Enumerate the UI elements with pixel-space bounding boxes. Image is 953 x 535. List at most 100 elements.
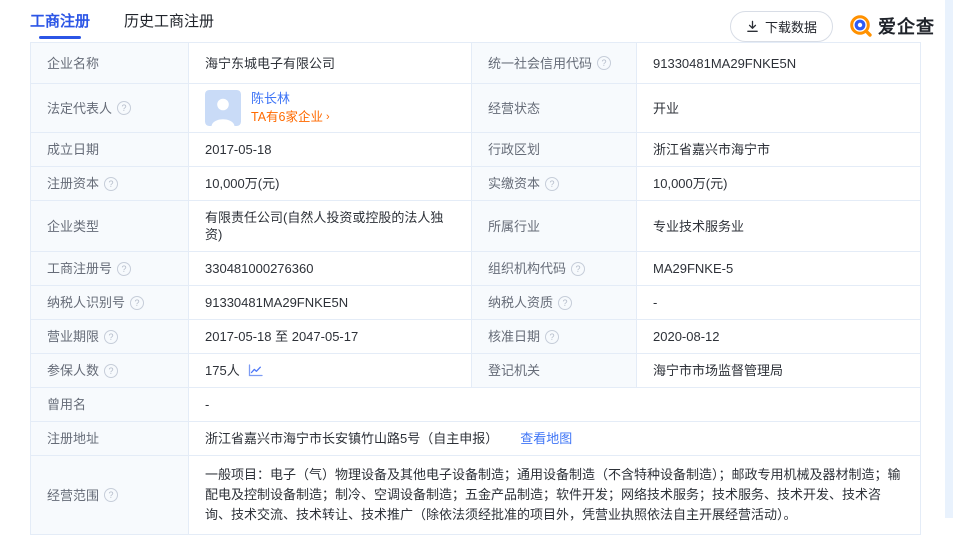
label-text: 统一社会信用代码 [488,55,593,71]
field-value-business-scope: 一般项目：电子（气）物理设备及其他电子设备制造；通用设备制造（不含特种设备制造）… [188,456,920,534]
field-label-registration-authority: 登记机关 [471,354,636,387]
label-text: 核准日期 [488,329,541,344]
value-text: 91330481MA29FNKE5N [205,295,349,310]
help-icon[interactable]: ? [104,363,119,378]
label-text: 登记机关 [488,363,541,378]
field-label-company-type: 企业类型 [31,201,188,251]
label-text: 纳税人识别号 [47,295,126,310]
field-value-paid-capital: 10,000万(元) [636,167,920,200]
field-label-registered-address: 注册地址 [31,422,188,455]
field-value-taxpayer-qualification: - [636,286,920,319]
help-icon[interactable]: ? [130,295,145,310]
field-value-status: 开业 [636,84,920,132]
legal-rep-link[interactable]: 陈长林 [251,90,330,107]
table-row: 企业名称 海宁东城电子有限公司 统一社会信用代码? 91330481MA29FN… [31,43,920,83]
field-value-company-name: 海宁东城电子有限公司 [188,43,471,83]
field-label-reg-number: 工商注册号? [31,252,188,285]
table-row: 注册资本? 10,000万(元) 实缴资本? 10,000万(元) [31,166,920,200]
value-text: 开业 [653,100,680,116]
label-text: 曾用名 [47,397,87,412]
page-edge-strip [945,0,953,518]
label-text: 所属行业 [488,218,541,234]
value-text: 2017-05-18 [205,142,272,157]
field-value-insured-count: 175人 [188,354,471,387]
label-text: 实缴资本 [488,176,541,191]
table-row: 企业类型 有限责任公司(自然人投资或控股的法人独资) 所属行业 专业技术服务业 [31,200,920,251]
help-icon[interactable]: ? [104,176,119,191]
table-row: 注册地址 浙江省嘉兴市海宁市长安镇竹山路5号（自主申报） 查看地图 [31,421,920,455]
field-value-industry: 专业技术服务业 [636,201,920,251]
table-row: 成立日期 2017-05-18 行政区划 浙江省嘉兴市海宁市 [31,132,920,166]
value-text: 一般项目：电子（气）物理设备及其他电子设备制造；通用设备制造（不含特种设备制造）… [205,467,901,522]
field-label-taxpayer-id: 纳税人识别号? [31,286,188,319]
label-text: 营业期限 [47,329,100,344]
value-text: - [653,295,658,310]
label-text: 企业类型 [47,218,100,234]
field-label-company-name: 企业名称 [31,43,188,83]
label-text: 参保人数 [47,363,100,378]
tab-history-registration[interactable]: 历史工商注册 [124,10,214,43]
legal-rep-info: 陈长林 TA有6家企业 › [251,90,330,126]
value-text: 330481000276360 [205,261,314,276]
field-value-credit-code: 91330481MA29FNKE5N [636,43,920,83]
tab-business-registration[interactable]: 工商注册 [30,10,90,43]
label-text: 经营范围 [47,487,100,503]
field-value-business-term: 2017-05-18 至 2047-05-17 [188,320,471,353]
avatar[interactable] [205,90,241,126]
chevron-right-icon: › [326,111,330,123]
value-text: 有限责任公司(自然人投资或控股的法人独资) [205,210,444,242]
label-text: 经营状态 [488,100,541,116]
value-text: 2017-05-18 至 2047-05-17 [205,329,359,344]
field-label-business-scope: 经营范围? [31,456,188,534]
field-label-business-term: 营业期限? [31,320,188,353]
field-label-insured-count: 参保人数? [31,354,188,387]
table-row: 曾用名 - [31,387,920,421]
field-label-approval-date: 核准日期? [471,320,636,353]
field-label-paid-capital: 实缴资本? [471,167,636,200]
help-icon[interactable]: ? [558,295,573,310]
label-text: 行政区划 [488,142,541,157]
field-label-taxpayer-qualification: 纳税人资质? [471,286,636,319]
field-value-establish-date: 2017-05-18 [188,133,471,166]
aiqicha-logo-icon [849,14,873,38]
value-text: - [205,397,210,412]
label-text: 工商注册号 [47,261,113,276]
value-text: 2020-08-12 [653,329,720,344]
value-text: 海宁市市场监督管理局 [653,363,784,378]
related-companies-link[interactable]: TA有6家企业 › [251,109,330,126]
brand-name: 爱企查 [878,17,935,37]
field-value-registered-capital: 10,000万(元) [188,167,471,200]
view-map-link[interactable]: 查看地图 [520,430,572,447]
label-text: 法定代表人 [47,100,113,116]
value-text: 175人 [205,363,240,378]
help-icon[interactable]: ? [597,56,612,70]
help-icon[interactable]: ? [545,329,560,344]
trend-chart-icon[interactable] [248,364,263,377]
value-text: 海宁东城电子有限公司 [205,55,336,71]
value-text: 10,000万(元) [205,176,280,191]
field-label-registered-capital: 注册资本? [31,167,188,200]
field-label-legal-rep: 法定代表人? [31,84,188,132]
label-text: 企业名称 [47,55,100,71]
table-row: 工商注册号? 330481000276360 组织机构代码? MA29FNKE-… [31,251,920,285]
brand-logo[interactable]: 爱企查 [849,13,935,39]
help-icon[interactable]: ? [117,101,132,115]
table-row: 纳税人识别号? 91330481MA29FNKE5N 纳税人资质? - [31,285,920,319]
field-label-status: 经营状态 [471,84,636,132]
header: 工商注册 历史工商注册 下载数据 爱企查 [0,0,953,42]
help-icon[interactable]: ? [545,176,560,191]
table-row: 参保人数? 175人 登记机关 海宁市市场监督管理局 [31,353,920,387]
download-data-button[interactable]: 下载数据 [729,10,833,42]
help-icon[interactable]: ? [117,261,132,276]
value-text: MA29FNKE-5 [653,261,734,276]
header-right: 下载数据 爱企查 [729,10,935,42]
label-text: 注册资本 [47,176,100,191]
help-icon[interactable]: ? [104,329,119,344]
help-icon[interactable]: ? [104,488,119,502]
field-label-credit-code: 统一社会信用代码? [471,43,636,83]
label-text: 组织机构代码 [488,261,567,276]
download-button-label: 下载数据 [764,19,817,35]
field-label-industry: 所属行业 [471,201,636,251]
help-icon[interactable]: ? [571,261,586,276]
field-value-reg-number: 330481000276360 [188,252,471,285]
